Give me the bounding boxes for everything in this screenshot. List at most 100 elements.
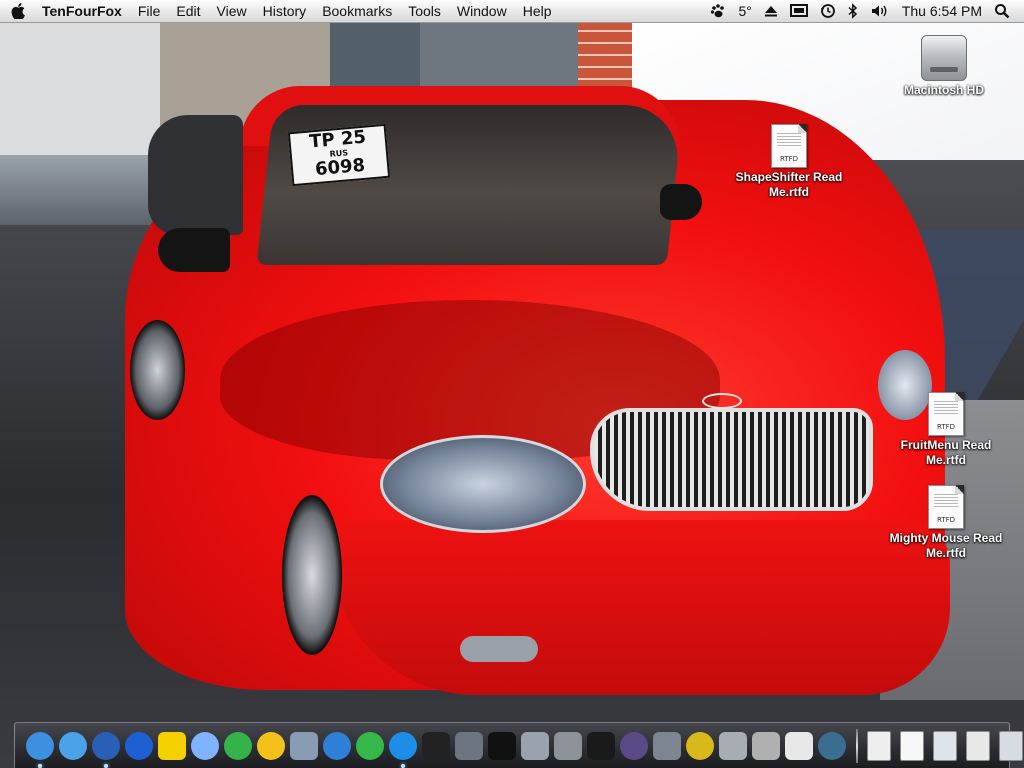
finder-icon-glyph [26,732,54,760]
menu-app-name[interactable]: TenFourFox [36,0,130,22]
airport-icon-glyph [785,732,813,760]
mac-os-x-icon[interactable] [619,731,649,761]
plate-bottom-text: 6098 [314,154,366,181]
iscsi-icon[interactable] [520,731,550,761]
aim-icon[interactable] [157,731,187,761]
quicktime-icon[interactable] [388,731,418,768]
wallpaper-snow [0,155,160,225]
airport-icon[interactable] [784,731,814,761]
car-badge [702,393,742,409]
window-icon-3-glyph [999,731,1023,761]
apple-menu-icon[interactable] [0,0,36,22]
dock-separator[interactable] [856,729,858,763]
window-icon-3[interactable] [996,731,1024,761]
spiral-icon-glyph [818,732,846,760]
gear-disk-icon-glyph [686,732,714,760]
document-tag: RTFD [936,516,956,524]
document-icon-2-glyph [900,731,924,761]
safari-icon[interactable] [58,731,88,761]
itunes-icon[interactable] [322,731,352,761]
activity-monitor-icon[interactable] [487,731,517,761]
document-icon-2[interactable] [897,731,927,761]
desktop-icon-fruitmenu-readme[interactable]: RTFD FruitMenu Read Me.rtfd [881,392,1011,468]
weather-temperature[interactable]: 5° [732,0,757,22]
mac-os-x-icon-glyph [620,732,648,760]
camino-icon[interactable] [124,731,154,761]
system-preferences-icon[interactable] [553,731,583,761]
iphoto-icon-glyph [290,732,318,760]
spotify-icon-glyph [356,732,384,760]
menu-edit[interactable]: Edit [168,0,208,22]
menu-file[interactable]: File [130,0,169,22]
time-machine-icon[interactable] [814,0,842,22]
document-icon-1[interactable] [864,731,894,761]
ichat-icon[interactable] [190,731,220,761]
desktop[interactable]: TP 25 RUS 6098 TenFourFox File Edit View… [0,0,1024,768]
car-wheel [282,495,342,655]
menu-bar: TenFourFox File Edit View History Bookma… [0,0,1024,23]
spiral-icon[interactable] [817,731,847,761]
bluetooth-icon[interactable] [842,0,864,22]
skype-icon[interactable] [223,731,253,761]
terminal-icon-glyph [587,732,615,760]
menu-help[interactable]: Help [515,0,560,22]
display-icon[interactable] [784,0,814,22]
menu-bookmarks[interactable]: Bookmarks [314,0,400,22]
tenfourfox-icon[interactable] [91,731,121,768]
rtfd-document-icon: RTFD [771,124,807,168]
car-wheel [130,320,185,420]
safari-icon-glyph [59,732,87,760]
hard-drive-icon [921,35,967,81]
paw-icon[interactable] [704,0,732,22]
desktop-icon-macintosh-hd[interactable]: Macintosh HD [879,35,1009,98]
adium-icon[interactable] [256,731,286,761]
adium-icon-glyph [257,732,285,760]
screen-sharing-icon[interactable] [454,731,484,761]
volume-icon[interactable] [864,0,896,22]
eject-icon[interactable] [758,0,784,22]
window-icon-2[interactable] [963,731,993,761]
spotlight-search-icon[interactable] [988,0,1016,22]
desktop-icon-label: ShapeShifter Read Me.rtfd [735,170,843,199]
system-preferences-icon-glyph [554,732,582,760]
document-icon-1-glyph [867,731,891,761]
document-tag: RTFD [936,423,956,431]
car-grille [590,408,873,511]
window-icon-2-glyph [966,731,990,761]
skype-icon-glyph [224,732,252,760]
itunes-icon-glyph [323,732,351,760]
desktop-icon-label: Macintosh HD [903,83,984,97]
document-tag: RTFD [779,155,799,163]
dock-items [25,729,1024,768]
window-icon-1[interactable] [930,731,960,761]
quicktime-icon-glyph [389,732,417,760]
utilities-icon-glyph [653,732,681,760]
iphoto-icon[interactable] [289,731,319,761]
x11-icon[interactable] [751,731,781,761]
menu-history[interactable]: History [255,0,315,22]
desktop-icon-label: Mighty Mouse Read Me.rtfd [889,531,1003,560]
menu-window[interactable]: Window [449,0,515,22]
gear-disk-icon[interactable] [685,731,715,761]
tool-icon-glyph [719,732,747,760]
camino-icon-glyph [125,732,153,760]
menu-tools[interactable]: Tools [400,0,449,22]
window-icon-1-glyph [933,731,957,761]
desktop-icon-shapeshifter-readme[interactable]: RTFD ShapeShifter Read Me.rtfd [724,124,854,200]
menu-view[interactable]: View [209,0,255,22]
desktop-icon-mighty-mouse-readme[interactable]: RTFD Mighty Mouse Read Me.rtfd [881,485,1011,561]
finder-icon[interactable] [25,731,55,768]
desktop-icon-label: FruitMenu Read Me.rtfd [900,438,992,467]
running-indicator [38,764,42,768]
menu-clock[interactable]: Thu 6:54 PM [896,0,988,22]
x11-icon-glyph [752,732,780,760]
running-indicator [401,764,405,768]
spotify-icon[interactable] [355,731,385,761]
utilities-icon[interactable] [652,731,682,761]
media-player-icon[interactable] [421,731,451,761]
tool-icon[interactable] [718,731,748,761]
terminal-icon[interactable] [586,731,616,761]
rtfd-document-icon: RTFD [928,485,964,529]
car-side-window [148,115,243,235]
car-mirror [660,184,702,220]
